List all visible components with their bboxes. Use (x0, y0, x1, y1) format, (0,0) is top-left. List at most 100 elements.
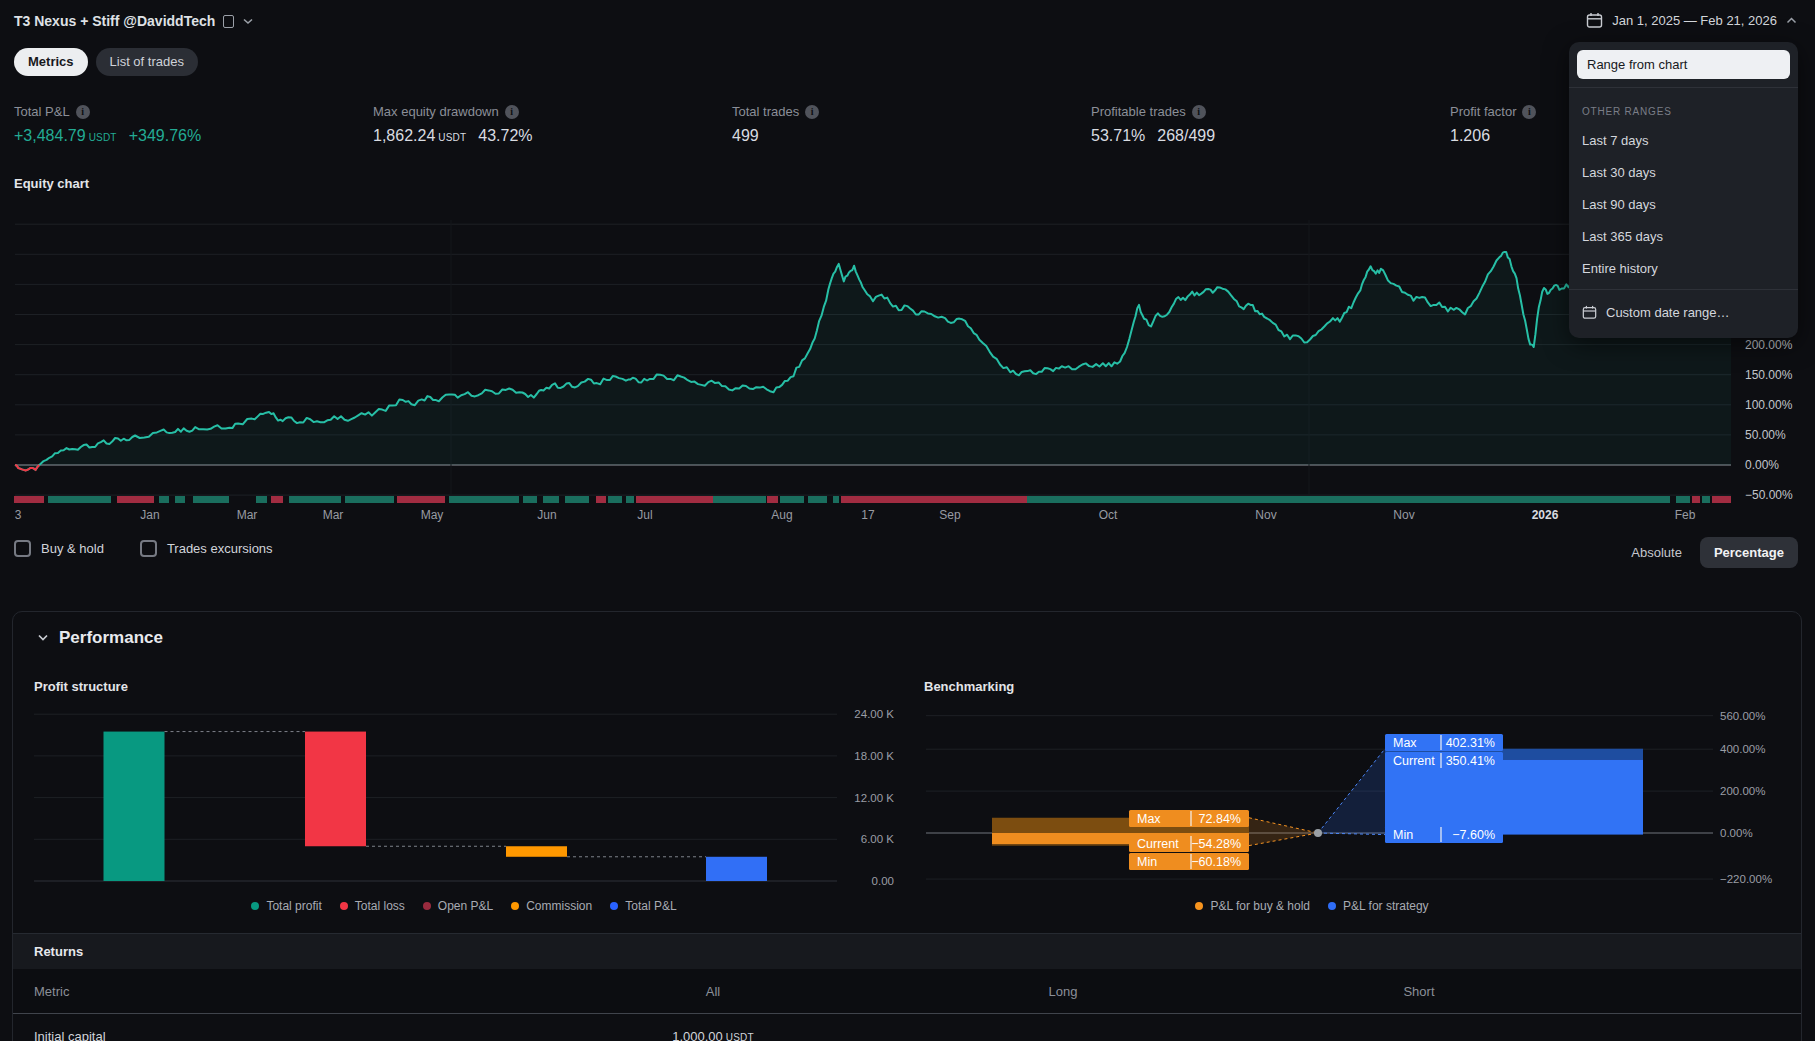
mode-absolute-button[interactable]: Absolute (1617, 545, 1696, 560)
returns-title: Returns (34, 944, 83, 959)
bar-total-loss[interactable] (305, 732, 366, 847)
svg-text:−54.28%: −54.28% (1191, 837, 1241, 851)
profit-period (345, 496, 394, 503)
legend-dot (1328, 902, 1336, 910)
tab-list-of-trades[interactable]: List of trades (96, 48, 198, 76)
profit-period (780, 496, 804, 503)
x-tick: Mar (237, 508, 258, 522)
info-icon[interactable]: i (505, 105, 519, 119)
legend-item[interactable]: Total P&L (610, 899, 676, 913)
x-tick: Jul (637, 508, 652, 522)
benchmarking-legend: P&L for buy & hold P&L for strategy (912, 899, 1712, 913)
info-icon[interactable]: i (1192, 105, 1206, 119)
y-tick: 0.00 (872, 875, 894, 887)
profit-period (256, 496, 267, 503)
legend-item[interactable]: Open P&L (423, 899, 493, 913)
performance-header[interactable]: Performance (37, 628, 163, 648)
calendar-icon (1582, 305, 1597, 320)
x-tick: Jun (537, 508, 556, 522)
y-tick: 0.00% (1745, 458, 1779, 472)
x-tick: Jan (140, 508, 159, 522)
legend-item[interactable]: Commission (511, 899, 592, 913)
loss-period (14, 496, 44, 503)
menu-item-last-365-days[interactable]: Last 365 days (1569, 221, 1798, 253)
y-tick: 18.00 K (854, 750, 894, 762)
checkbox-box[interactable] (14, 540, 31, 557)
y-tick: 150.00% (1745, 368, 1793, 382)
menu-item-last-30-days[interactable]: Last 30 days (1569, 157, 1798, 189)
legend-dot (1195, 902, 1203, 910)
loss-period (636, 496, 713, 503)
menu-item-range-from-chart[interactable]: Range from chart (1577, 50, 1790, 79)
column-metric: Metric (34, 984, 69, 999)
svg-text:Min: Min (1137, 855, 1157, 869)
x-tick: Nov (1393, 508, 1414, 522)
legend-item[interactable]: P&L for strategy (1328, 899, 1429, 913)
y-tick: 0.00% (1720, 827, 1753, 839)
loss-period (596, 496, 606, 503)
legend-item[interactable]: Total profit (251, 899, 321, 913)
returns-section-header[interactable]: Returns (13, 933, 1801, 969)
profit-period (833, 496, 839, 503)
strategy-title-row[interactable]: T3 Nexus + Stiff @DaviddTech (14, 13, 254, 29)
legend-label: P&L for buy & hold (1210, 899, 1310, 913)
date-range-control[interactable]: Jan 1, 2025 — Feb 21, 2026 (1586, 12, 1797, 29)
mode-percentage-button[interactable]: Percentage (1700, 537, 1798, 568)
bar-total-profit[interactable] (104, 732, 165, 881)
info-icon[interactable]: i (1522, 105, 1536, 119)
y-tick: 50.00% (1745, 428, 1786, 442)
info-icon[interactable]: i (76, 105, 90, 119)
metric-total-trades: Total tradesi499 (732, 104, 819, 145)
svg-text:Max: Max (1137, 812, 1161, 826)
y-tick: 24.00 K (854, 708, 894, 720)
loss-period (841, 496, 1027, 503)
svg-text:−7.60%: −7.60% (1452, 828, 1495, 842)
menu-item-entire-history[interactable]: Entire history (1569, 253, 1798, 285)
calendar-icon (1586, 12, 1603, 29)
bar-commission[interactable] (506, 846, 567, 857)
profit-period (523, 496, 537, 503)
checkbox-box[interactable] (140, 540, 157, 557)
info-icon[interactable]: i (805, 105, 819, 119)
profit-period (543, 496, 559, 503)
legend-item[interactable]: Total loss (340, 899, 405, 913)
x-tick: Feb (1675, 508, 1696, 522)
bar-total-p-l[interactable] (706, 857, 767, 881)
column-long: Long (888, 984, 1238, 999)
loss-period (1712, 496, 1731, 503)
menu-item-custom-date-range[interactable]: Custom date range… (1569, 294, 1798, 330)
legend-item[interactable]: P&L for buy & hold (1195, 899, 1310, 913)
equity-chart-title: Equity chart (14, 176, 89, 191)
legend-dot (423, 902, 431, 910)
view-tabs: Metrics List of trades (14, 48, 198, 76)
performance-charts: 24.00 K18.00 K12.00 K6.00 K0.00560.00%40… (13, 700, 1803, 930)
svg-text:Min: Min (1393, 828, 1413, 842)
svg-text:402.31%: 402.31% (1446, 736, 1495, 750)
row-all-value: 1,000.00USDT (538, 1029, 888, 1041)
metric-label: Profitable tradesi (1091, 104, 1215, 119)
legend-label: Total P&L (625, 899, 676, 913)
x-tick: Oct (1099, 508, 1118, 522)
row-metric-label: Initial capital (34, 1029, 106, 1041)
equity-chart[interactable]: 3JanMarMarMayJunJulAug17SepOctNovNov2026… (0, 198, 1815, 528)
x-tick: Sep (939, 508, 961, 522)
y-tick: 100.00% (1745, 398, 1793, 412)
svg-text:350.41%: 350.41% (1446, 754, 1495, 768)
legend-label: Total loss (355, 899, 405, 913)
menu-item-last-7-days[interactable]: Last 7 days (1569, 125, 1798, 157)
menu-section-label: OTHER RANGES (1569, 92, 1798, 125)
checkbox-buy-hold[interactable]: Buy & hold (14, 540, 104, 557)
chevron-up-icon (1786, 17, 1797, 24)
y-tick: −220.00% (1720, 873, 1772, 885)
metric-total-p-l: Total P&Li+3,484.79USDT+349.76% (14, 104, 201, 145)
x-tick: May (421, 508, 444, 522)
legend-label: Total profit (266, 899, 321, 913)
profit-period (713, 496, 766, 503)
profit-period (1676, 496, 1690, 503)
buyhold-funnel (1249, 818, 1318, 846)
y-tick: 400.00% (1720, 743, 1765, 755)
tab-metrics[interactable]: Metrics (14, 48, 88, 76)
menu-item-last-90-days[interactable]: Last 90 days (1569, 189, 1798, 221)
profit-structure-legend: Total profit Total loss Open P&L Commission… (34, 899, 894, 913)
checkbox-trades-excursions[interactable]: Trades excursions (140, 540, 273, 557)
